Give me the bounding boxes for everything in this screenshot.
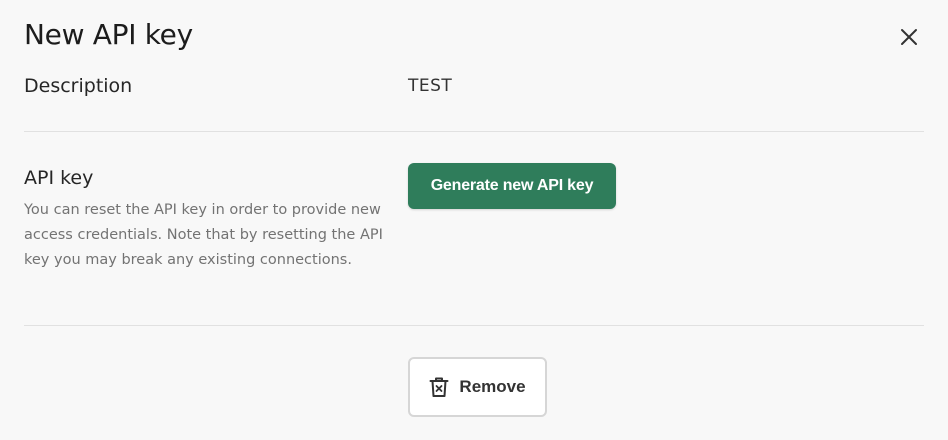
divider xyxy=(24,131,924,132)
generate-api-key-button[interactable]: Generate new API key xyxy=(408,163,616,209)
trash-icon xyxy=(429,376,449,398)
generate-api-key-label: Generate new API key xyxy=(430,177,594,194)
new-api-key-dialog: New API key Description TEST API key You… xyxy=(0,0,948,440)
api-key-help-text: You can reset the API key in order to pr… xyxy=(24,202,383,268)
dialog-title: New API key xyxy=(24,18,193,51)
description-value: TEST xyxy=(408,76,453,96)
close-button[interactable] xyxy=(896,26,922,52)
api-key-label: API key xyxy=(24,167,94,189)
remove-button[interactable]: Remove xyxy=(408,357,547,417)
close-icon xyxy=(900,28,918,50)
divider xyxy=(24,325,924,326)
remove-label: Remove xyxy=(459,377,526,396)
description-label: Description xyxy=(24,75,133,97)
